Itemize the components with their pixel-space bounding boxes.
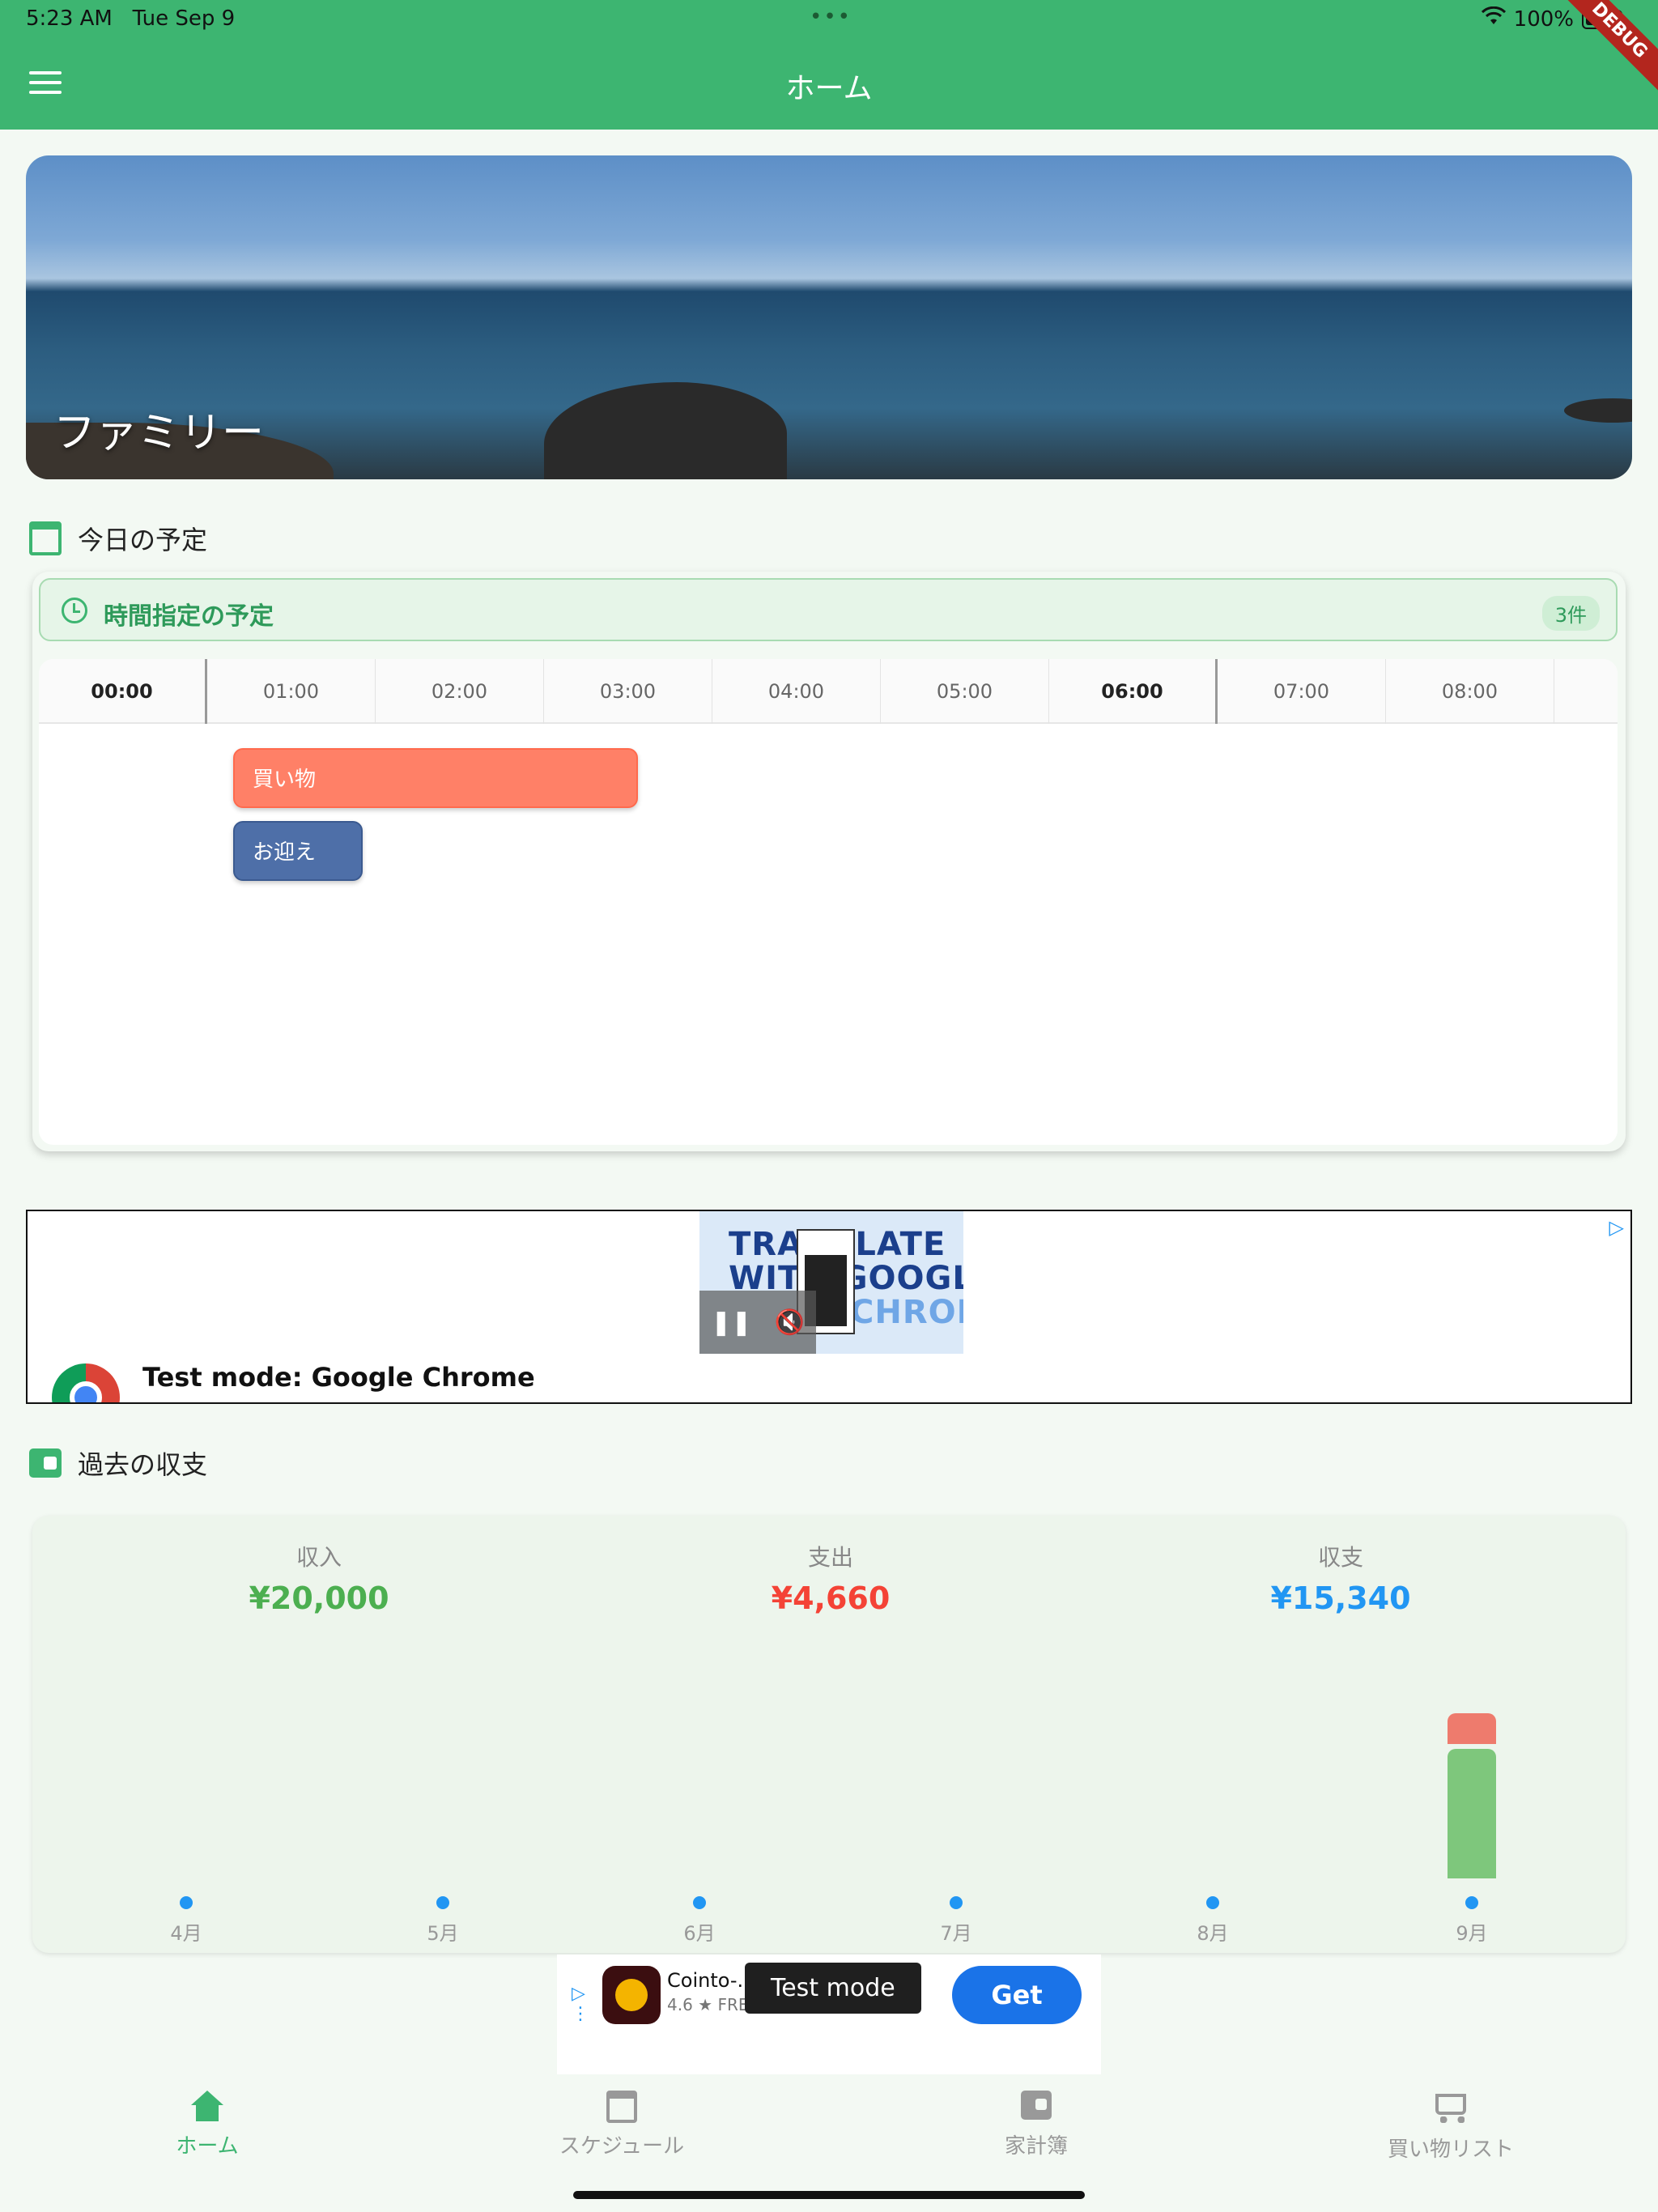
status-clock: 5:23 AM bbox=[26, 6, 113, 31]
ad-choices-icon[interactable]: ▷ ⋮ bbox=[572, 1984, 589, 2024]
balance-dot bbox=[693, 1896, 706, 1909]
calendar-icon bbox=[606, 2091, 638, 2123]
wifi-icon bbox=[1481, 6, 1506, 32]
income-label: 収入 bbox=[295, 1544, 342, 1571]
home-icon bbox=[191, 2091, 223, 2123]
pause-icon[interactable]: ❚❚ bbox=[711, 1308, 751, 1337]
calendar-icon bbox=[29, 521, 62, 555]
timeline-hours[interactable]: 00:00 01:00 02:00 03:00 04:00 05:00 06:0… bbox=[39, 659, 1618, 724]
month-label: 8月 bbox=[1197, 1922, 1229, 1945]
month-label: 4月 bbox=[170, 1922, 202, 1945]
home-indicator[interactable] bbox=[573, 2191, 1085, 2199]
hour-label: 08:00 bbox=[1386, 659, 1554, 724]
month-point[interactable]: 8月 bbox=[1180, 1896, 1245, 1946]
hour-label: 06:00 bbox=[1049, 659, 1218, 724]
nav-household-budget[interactable]: 家計簿 bbox=[915, 2091, 1158, 2159]
get-button[interactable]: Get bbox=[952, 1966, 1082, 2024]
month-point[interactable]: 4月 bbox=[154, 1896, 219, 1946]
month-label: 9月 bbox=[1456, 1922, 1488, 1945]
month-label: 6月 bbox=[683, 1922, 716, 1945]
ad-banner-content: TRANSLATE WITH GOOGLE CHROME ❚❚ 🔇 ▷ Test… bbox=[28, 1211, 1630, 1402]
ad-choices-icon[interactable]: ▷ bbox=[1609, 1216, 1624, 1239]
event-count-badge: 3件 bbox=[1541, 596, 1600, 631]
income-bar-september[interactable] bbox=[1448, 1749, 1496, 1878]
hero-rock-center bbox=[544, 382, 787, 479]
hour-label: 01:00 bbox=[207, 659, 376, 724]
balance-dot bbox=[1206, 1896, 1219, 1909]
nav-shopping-list[interactable]: 買い物リスト bbox=[1329, 2091, 1572, 2163]
event-pickup[interactable]: お迎え bbox=[233, 821, 363, 881]
nav-label: スケジュール bbox=[559, 2134, 685, 2159]
month-point[interactable]: 9月 bbox=[1439, 1896, 1504, 1946]
hour-label: 04:00 bbox=[712, 659, 881, 724]
status-time: 5:23 AM Tue Sep 9 bbox=[26, 6, 235, 31]
page-title: ホーム bbox=[785, 72, 873, 105]
expense-bar-september[interactable] bbox=[1448, 1713, 1496, 1744]
expense-label: 支出 bbox=[807, 1544, 853, 1571]
balance-dot bbox=[436, 1896, 449, 1909]
app-name: Cointo-... bbox=[667, 1969, 756, 1992]
app-install-ad[interactable]: ▷ ⋮ Cointo-... 4.6 ★ FREE Test mode Get bbox=[557, 1955, 1101, 2074]
hour-label: 05:00 bbox=[881, 659, 1049, 724]
balance-dot bbox=[180, 1896, 193, 1909]
schedule-section-title: 今日の予定 bbox=[78, 525, 208, 555]
balance-dot bbox=[1465, 1896, 1478, 1909]
balance-stat: 収支 ¥15,340 bbox=[1179, 1540, 1503, 1616]
finance-summary-card[interactable]: 収入 ¥20,000 支出 ¥4,660 収支 ¥15,340 4月 5月 6月… bbox=[32, 1516, 1626, 1953]
hour-label: 0 bbox=[1554, 659, 1618, 724]
clock-icon bbox=[62, 598, 87, 623]
cart-icon bbox=[1435, 2094, 1467, 2126]
timed-events-header[interactable]: 時間指定の予定 3件 bbox=[39, 578, 1618, 641]
month-label: 5月 bbox=[427, 1922, 459, 1945]
income-stat: 収入 ¥20,000 bbox=[157, 1540, 481, 1616]
multitasking-dots[interactable]: ••• bbox=[810, 5, 852, 29]
nav-label: ホーム bbox=[176, 2134, 239, 2159]
nav-schedule[interactable]: スケジュール bbox=[500, 2091, 743, 2159]
schedule-card: 時間指定の予定 3件 00:00 01:00 02:00 03:00 04:00… bbox=[32, 572, 1626, 1151]
video-controls: ❚❚ 🔇 bbox=[699, 1291, 816, 1354]
event-shopping[interactable]: 買い物 bbox=[233, 748, 638, 808]
test-mode-label: Test mode bbox=[745, 1963, 921, 2014]
balance-label: 収支 bbox=[1317, 1544, 1363, 1571]
timed-events-label: 時間指定の予定 bbox=[104, 602, 274, 631]
schedule-section-header: 今日の予定 bbox=[29, 520, 207, 557]
hero-rock-right bbox=[1564, 398, 1632, 423]
month-point[interactable]: 6月 bbox=[667, 1896, 732, 1946]
month-point[interactable]: 5月 bbox=[410, 1896, 475, 1946]
finance-section-title: 過去の収支 bbox=[78, 1449, 208, 1480]
mute-icon[interactable]: 🔇 bbox=[775, 1308, 805, 1337]
app-icon bbox=[602, 1966, 661, 2024]
nav-label: 買い物リスト bbox=[1387, 2138, 1514, 2162]
income-value: ¥20,000 bbox=[249, 1580, 389, 1616]
battery-percent: 100% bbox=[1513, 6, 1574, 32]
expense-value: ¥4,660 bbox=[771, 1580, 891, 1616]
ad-title[interactable]: Test mode: Google Chrome bbox=[142, 1362, 535, 1393]
ad-video[interactable]: TRANSLATE WITH GOOGLE CHROME ❚❚ 🔇 bbox=[699, 1211, 963, 1354]
nav-label: 家計簿 bbox=[1004, 2134, 1068, 2159]
hour-label: 00:00 bbox=[39, 659, 207, 724]
ad-banner[interactable]: TRANSLATE WITH GOOGLE CHROME ❚❚ 🔇 ▷ Test… bbox=[26, 1210, 1632, 1404]
timeline[interactable]: 00:00 01:00 02:00 03:00 04:00 05:00 06:0… bbox=[39, 659, 1618, 1145]
finance-section-header: 過去の収支 bbox=[29, 1444, 207, 1482]
balance-value: ¥15,340 bbox=[1270, 1580, 1411, 1616]
wallet-icon bbox=[1020, 2091, 1052, 2123]
chrome-logo-icon bbox=[52, 1363, 120, 1402]
wallet-icon bbox=[29, 1448, 62, 1478]
hour-label: 07:00 bbox=[1218, 659, 1386, 724]
expense-stat: 支出 ¥4,660 bbox=[669, 1540, 993, 1616]
month-label: 7月 bbox=[940, 1922, 972, 1945]
app-bar: 5:23 AM Tue Sep 9 ••• 100% DEBUG ホーム bbox=[0, 0, 1658, 130]
family-hero-image[interactable]: ファミリー bbox=[26, 155, 1632, 479]
hour-label: 02:00 bbox=[376, 659, 544, 724]
month-point[interactable]: 7月 bbox=[924, 1896, 988, 1946]
nav-home[interactable]: ホーム bbox=[86, 2091, 329, 2159]
balance-dot bbox=[950, 1896, 963, 1909]
hour-label: 03:00 bbox=[544, 659, 712, 724]
status-date: Tue Sep 9 bbox=[132, 6, 236, 31]
family-name: ファミリー bbox=[53, 409, 265, 457]
